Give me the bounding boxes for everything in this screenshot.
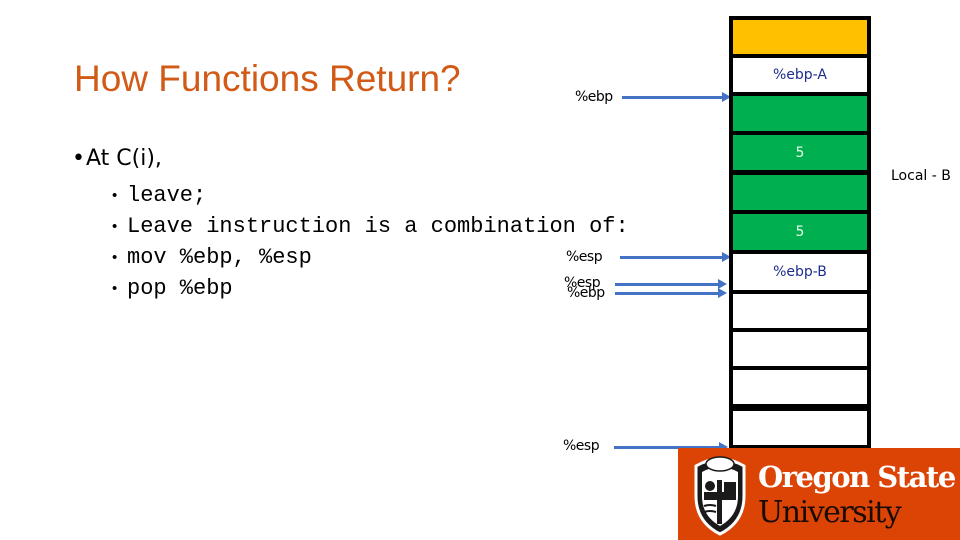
stack-cell-8 bbox=[729, 290, 871, 332]
stack-cell-ebp-b: %ebp-B bbox=[729, 250, 871, 294]
bullet-dot: • bbox=[72, 146, 85, 171]
ebp-pop-pointer-label: %ebp bbox=[567, 285, 605, 301]
ebp-pointer-label: %ebp bbox=[575, 89, 613, 105]
code-bullet-pop: pop %ebp bbox=[110, 273, 629, 304]
logo-line-1: Oregon State bbox=[758, 460, 956, 494]
code-bullet-leave: leave; bbox=[110, 180, 629, 211]
esp-initial-pointer-label: %esp bbox=[563, 438, 600, 454]
code-bullet-list: leave; Leave instruction is a combinatio… bbox=[110, 180, 629, 304]
slide-title: How Functions Return? bbox=[74, 58, 461, 99]
stack-cell-ebp-a: %ebp-A bbox=[729, 54, 871, 96]
stack-cell-3 bbox=[729, 92, 871, 135]
esp-mov-pointer-label: %esp bbox=[566, 249, 603, 265]
main-bullet-text: At C(i), bbox=[86, 146, 162, 171]
stack-cell-6: 5 bbox=[729, 210, 871, 254]
stack-cell-5 bbox=[729, 171, 871, 214]
code-bullet-leave-explanation: Leave instruction is a combination of: bbox=[110, 211, 629, 242]
esp-mov-pointer-arrow bbox=[620, 252, 731, 262]
local-b-label: Local - B bbox=[891, 168, 951, 184]
stack-cell-4: 5 bbox=[729, 131, 871, 174]
beaver-shield-icon bbox=[694, 456, 746, 536]
stack-cell-9 bbox=[729, 328, 871, 370]
stack-cell-10 bbox=[729, 366, 871, 408]
ebp-pointer-arrow bbox=[622, 92, 731, 102]
esp-pop-pointer-arrow bbox=[615, 279, 727, 289]
university-logo: Oregon State University bbox=[678, 448, 960, 540]
code-bullet-mov: mov %ebp, %esp bbox=[110, 242, 629, 273]
main-bullet: •At C(i), bbox=[72, 146, 162, 171]
ebp-pop-pointer-arrow bbox=[615, 288, 727, 298]
logo-line-2: University bbox=[758, 495, 902, 530]
stack-cell-11 bbox=[729, 407, 871, 449]
stack-cell-1 bbox=[729, 16, 871, 58]
